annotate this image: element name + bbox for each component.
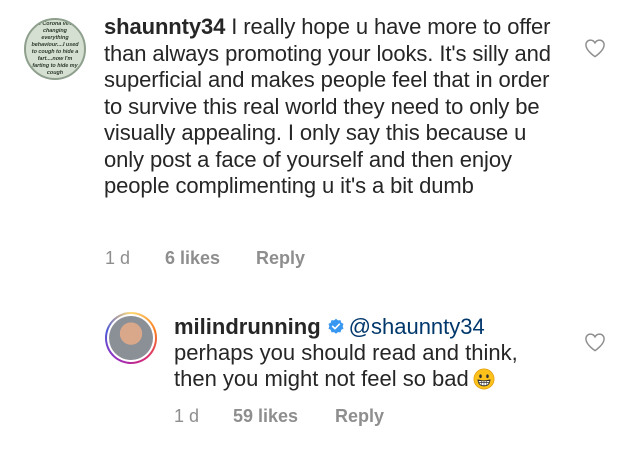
mention-link[interactable]: @shaunnty34 <box>349 314 485 339</box>
reply-reply-button[interactable]: Reply <box>335 406 384 427</box>
reply-time: 1 d <box>174 406 200 426</box>
reply-likes[interactable]: 59 likes <box>233 406 298 427</box>
like-heart-icon[interactable] <box>584 38 606 58</box>
reply-meta: 1 d 59 likes Reply <box>0 406 640 430</box>
comment-likes[interactable]: 6 likes <box>165 248 220 269</box>
comment-text: I really hope u have more to offer than … <box>104 14 551 198</box>
comment-username[interactable]: shaunnty34 <box>104 14 225 39</box>
reply-button[interactable]: Reply <box>256 248 305 269</box>
reply-like-heart-icon[interactable] <box>584 332 606 352</box>
comment-body: shaunnty34 I really hope u have more to … <box>104 14 564 200</box>
avatar[interactable]: ris Corona virus changing everything beh… <box>24 18 86 80</box>
reply-text: perhaps you should read and think, then … <box>174 340 518 391</box>
avatar-meme-text: ris Corona virus changing everything beh… <box>31 21 79 76</box>
comment-time: 1 d <box>105 248 131 268</box>
reply-username[interactable]: milindrunning <box>174 314 321 339</box>
comment-meta: 1 d 6 likes Reply <box>0 248 640 272</box>
reply-body: milindrunning @shaunnty34 perhaps you sh… <box>174 314 554 392</box>
profile-photo <box>109 316 153 360</box>
reply-avatar[interactable] <box>105 312 157 364</box>
verified-badge-icon <box>328 318 344 334</box>
grinning-face-icon <box>473 368 495 390</box>
